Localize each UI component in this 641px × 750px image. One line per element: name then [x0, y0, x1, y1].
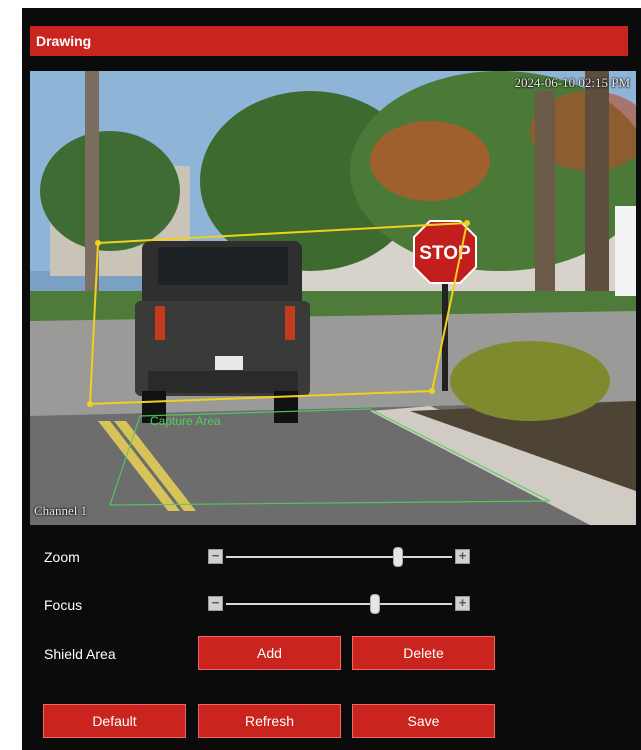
shield-delete-button[interactable]: Delete: [352, 636, 495, 670]
zoom-plus-button[interactable]: +: [455, 549, 470, 564]
focus-track[interactable]: [226, 603, 452, 605]
zoom-thumb[interactable]: [392, 547, 403, 567]
video-preview[interactable]: STOP 2024-06-10 02:15 PM Channel 1 Captu…: [30, 71, 636, 525]
focus-minus-button[interactable]: −: [208, 596, 223, 611]
zoom-slider[interactable]: − +: [208, 547, 470, 567]
shield-area-label: Shield Area: [44, 646, 116, 662]
default-button[interactable]: Default: [43, 704, 186, 738]
camera-frame: STOP: [30, 71, 636, 525]
save-button[interactable]: Save: [352, 704, 495, 738]
stop-sign-text: STOP: [419, 243, 471, 264]
focus-thumb[interactable]: [370, 594, 381, 614]
refresh-button[interactable]: Refresh: [198, 704, 341, 738]
focus-plus-button[interactable]: +: [455, 596, 470, 611]
focus-label: Focus: [44, 597, 83, 613]
shield-add-button[interactable]: Add: [198, 636, 341, 670]
channel-overlay: Channel 1: [34, 503, 88, 518]
zoom-label: Zoom: [44, 549, 80, 565]
panel-title: Drawing: [30, 26, 628, 56]
zoom-track[interactable]: [226, 556, 452, 558]
drawing-panel: Drawing STOP 2024-06-10 02:15 PM Channel…: [22, 8, 641, 750]
timestamp-overlay: 2024-06-10 02:15 PM: [514, 75, 630, 90]
focus-slider[interactable]: − +: [208, 594, 470, 614]
capture-area-label: Capture Area: [150, 414, 221, 428]
zoom-minus-button[interactable]: −: [208, 549, 223, 564]
